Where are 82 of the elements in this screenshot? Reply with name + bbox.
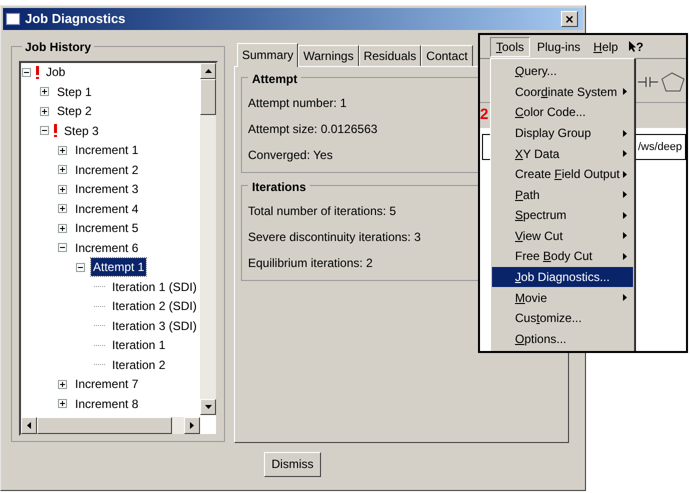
- menu-bar-item[interactable]: Help: [587, 36, 624, 56]
- expand-icon[interactable]: [58, 380, 67, 389]
- menu-item[interactable]: XY Data: [492, 143, 633, 164]
- menu-item[interactable]: Color Code...: [492, 102, 633, 123]
- tree-item[interactable]: Step 2: [55, 102, 94, 120]
- tree-item[interactable]: Iteration 3 (SDI): [110, 316, 199, 335]
- submenu-arrow-icon: [623, 252, 627, 260]
- menu-item[interactable]: Query...: [492, 61, 633, 82]
- menu-item[interactable]: Spectrum: [492, 205, 633, 226]
- tab[interactable]: Warnings: [298, 44, 359, 66]
- tree-item[interactable]: Increment 6: [73, 238, 140, 257]
- window-icon: [6, 12, 20, 25]
- tree-item[interactable]: Iteration 2: [110, 356, 168, 374]
- tab[interactable]: Contact: [421, 44, 473, 66]
- menu-item[interactable]: Options...: [492, 328, 633, 350]
- menu-item[interactable]: Job Diagnostics...: [492, 266, 633, 288]
- submenu-arrow-icon: [623, 232, 627, 240]
- scroll-up-icon[interactable]: [200, 62, 216, 78]
- step-number: 2: [480, 105, 488, 125]
- tree-item[interactable]: Iteration 2 (SDI): [110, 297, 199, 316]
- submenu-arrow-icon: [623, 170, 627, 178]
- expand-icon[interactable]: [58, 165, 67, 174]
- submenu-arrow-icon: [623, 191, 627, 198]
- scroll-thumb[interactable]: [37, 416, 172, 434]
- expand-icon[interactable]: [40, 106, 49, 116]
- submenu-arrow-icon: [623, 130, 627, 137]
- info-text: Converged: Yes: [248, 146, 333, 164]
- tree-item[interactable]: Increment 3: [73, 180, 140, 198]
- tree-item[interactable]: Increment 1: [73, 141, 140, 160]
- menu-item[interactable]: Path: [492, 184, 633, 206]
- info-text: Attempt size: 0.0126563: [248, 120, 378, 138]
- info-text: Equilibrium iterations: 2: [248, 254, 373, 272]
- scroll-down-icon[interactable]: [200, 398, 216, 414]
- dismiss-button[interactable]: Dismiss: [264, 452, 321, 476]
- expand-icon[interactable]: [58, 184, 67, 194]
- tree-item[interactable]: Increment 5: [73, 219, 140, 238]
- tree-item[interactable]: Increment 2: [73, 160, 140, 179]
- vertical-scrollbar[interactable]: [200, 62, 216, 414]
- whats-this-button[interactable]: ?: [625, 38, 648, 56]
- horizontal-scrollbar[interactable]: [21, 416, 200, 434]
- collapse-icon[interactable]: [22, 68, 31, 77]
- submenu-arrow-icon: [623, 88, 627, 96]
- submenu-arrow-icon: [623, 212, 627, 219]
- tree-item[interactable]: Job: [44, 63, 68, 82]
- menu-item[interactable]: Create Field Output: [492, 164, 633, 184]
- tree-item[interactable]: Increment 8: [73, 394, 140, 412]
- submenu-arrow-icon: [623, 150, 627, 158]
- info-text: Attempt number: 1: [248, 94, 347, 112]
- menu-item[interactable]: Display Group: [492, 122, 633, 144]
- window-title: Job Diagnostics: [25, 10, 126, 28]
- scroll-thumb[interactable]: [200, 78, 216, 114]
- collapse-icon[interactable]: [40, 126, 49, 136]
- close-button[interactable]: ×: [561, 10, 578, 27]
- tree-item[interactable]: Iteration 1: [110, 336, 168, 354]
- expand-icon[interactable]: [40, 87, 49, 96]
- tree-item[interactable]: Increment 4: [73, 200, 140, 218]
- scroll-right-icon[interactable]: [184, 416, 200, 434]
- menu-item[interactable]: View Cut: [492, 226, 633, 246]
- tab[interactable]: Residuals: [358, 44, 422, 66]
- scroll-left-icon[interactable]: [21, 416, 37, 434]
- info-text: Severe discontinuity iterations: 3: [248, 228, 421, 246]
- tab[interactable]: Summary: [237, 42, 298, 66]
- menu-item[interactable]: Free Body Cut: [492, 246, 633, 267]
- pointer-icon: [629, 41, 636, 52]
- expand-icon[interactable]: [58, 146, 67, 155]
- info-text: Total number of iterations: 5: [248, 202, 396, 220]
- menu-item[interactable]: Coordinate System: [492, 82, 633, 102]
- menu-item[interactable]: Customize...: [492, 308, 633, 329]
- tree-item[interactable]: Step 1: [55, 82, 94, 101]
- tree-item[interactable]: Increment 7: [73, 375, 140, 394]
- menu-item[interactable]: Movie: [492, 287, 633, 308]
- collapse-icon[interactable]: [76, 262, 85, 272]
- menu-bar-item[interactable]: Tools: [490, 36, 530, 56]
- tree-item[interactable]: Iteration 1 (SDI): [110, 278, 199, 296]
- expand-icon[interactable]: [58, 224, 67, 233]
- collapse-icon[interactable]: [58, 243, 67, 252]
- menu-bar-item[interactable]: Plug-ins: [531, 36, 586, 56]
- tree-item[interactable]: Step 3: [62, 122, 101, 140]
- expand-icon[interactable]: [58, 399, 67, 408]
- tree-item[interactable]: Attempt 1: [91, 258, 146, 276]
- expand-icon[interactable]: [58, 204, 67, 214]
- submenu-arrow-icon: [623, 294, 627, 302]
